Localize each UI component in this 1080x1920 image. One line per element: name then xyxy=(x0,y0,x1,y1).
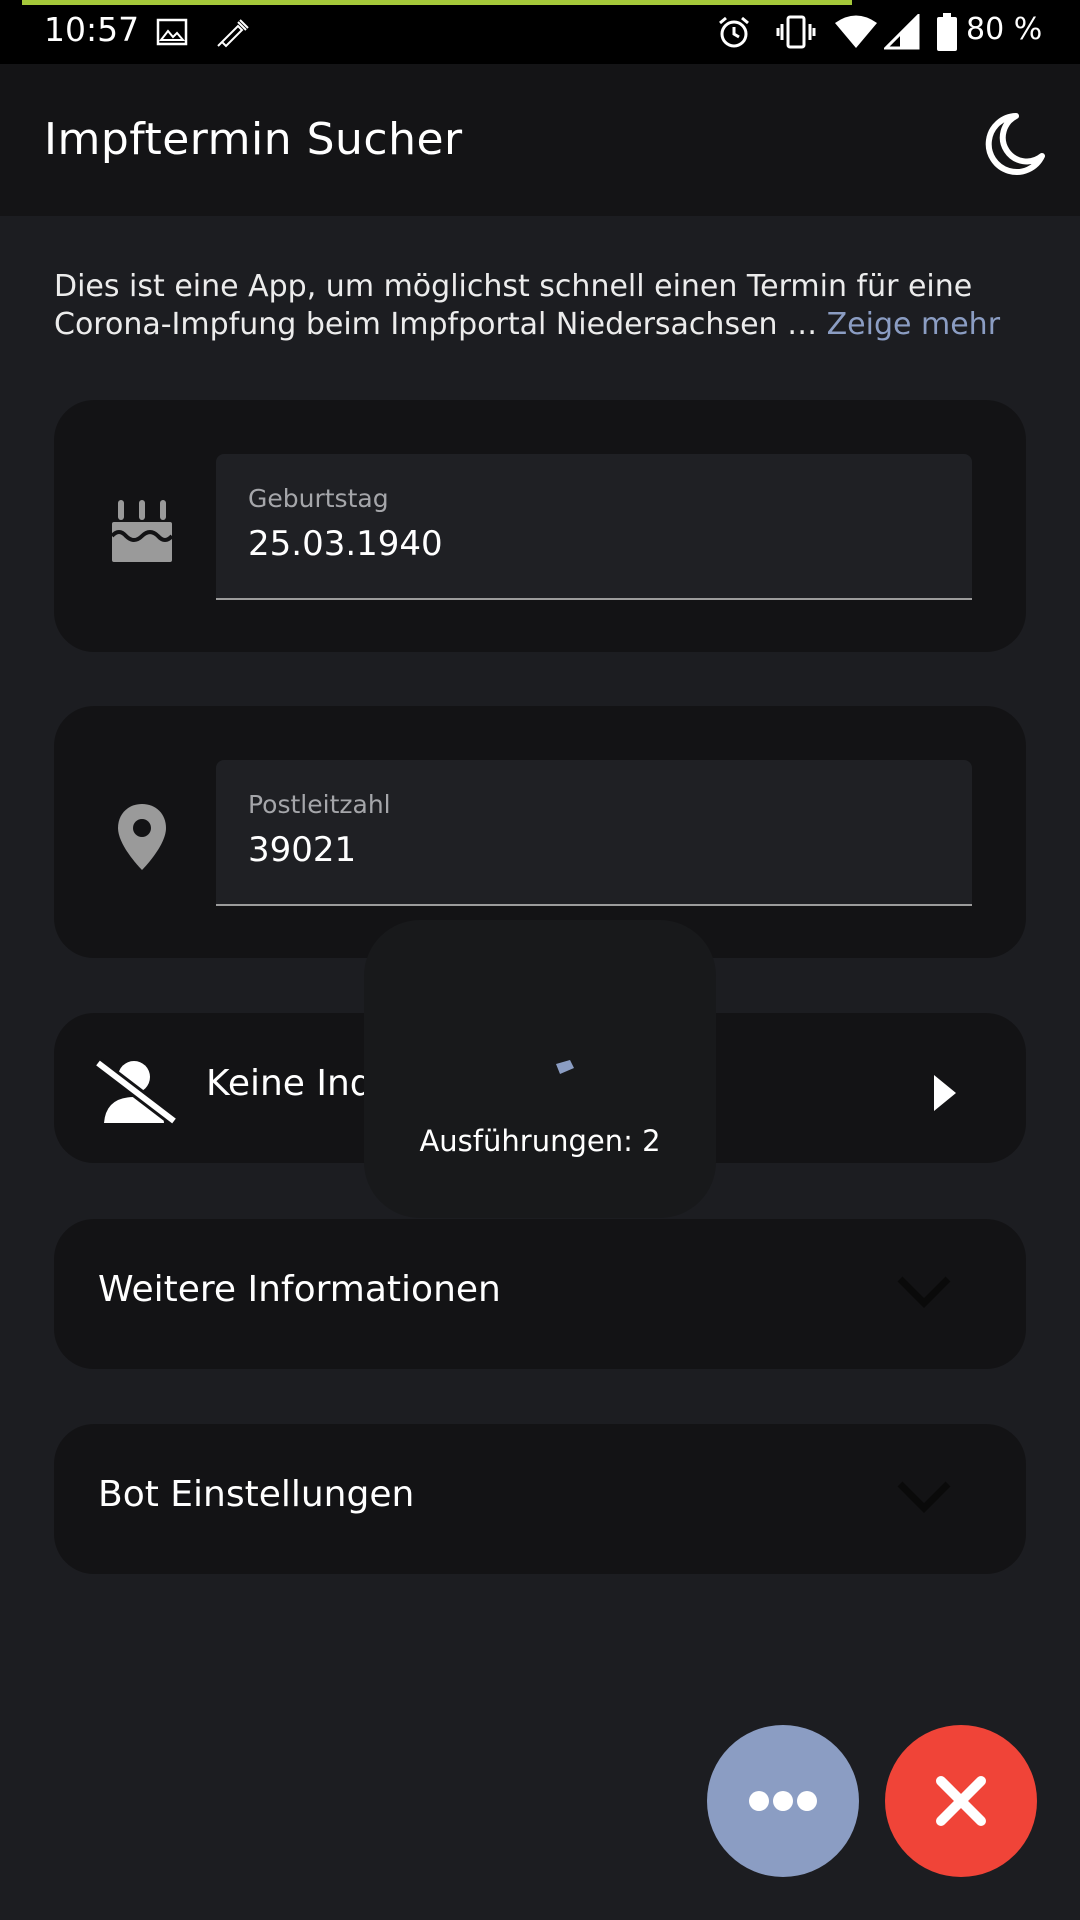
moon-icon xyxy=(985,113,1045,175)
theme-toggle-button[interactable] xyxy=(976,108,1048,180)
battery-percentage: 80 % xyxy=(966,12,1043,47)
birthday-card: Geburtstag 25.03.1940 xyxy=(54,400,1026,652)
person-off-icon xyxy=(94,1058,178,1125)
app-title: Impftermin Sucher xyxy=(44,114,463,165)
show-more-link[interactable]: Zeige mehr xyxy=(827,307,1000,342)
birthday-field[interactable]: Geburtstag 25.03.1940 xyxy=(216,454,972,600)
alarm-icon xyxy=(719,16,749,48)
image-icon xyxy=(156,18,188,46)
loading-spinner-icon xyxy=(556,1060,574,1074)
more-info-label: Weitere Informationen xyxy=(98,1269,501,1310)
intro-text: Dies ist eine App, um möglichst schnell … xyxy=(54,268,1034,344)
play-arrow-icon xyxy=(934,1075,956,1111)
birthday-cake-icon xyxy=(110,500,174,562)
close-icon xyxy=(936,1776,986,1826)
chevron-down-icon xyxy=(897,1481,951,1513)
zip-label: Postleitzahl xyxy=(248,790,391,819)
more-info-section[interactable]: Weitere Informationen xyxy=(54,1219,1026,1369)
stop-button[interactable] xyxy=(885,1725,1037,1877)
vibrate-icon xyxy=(776,15,816,49)
battery-icon xyxy=(937,13,957,51)
more-options-button[interactable] xyxy=(707,1725,859,1877)
progress-indicator xyxy=(22,0,852,5)
status-bar: 10:57 80 % xyxy=(0,0,1080,64)
birthday-label: Geburtstag xyxy=(248,484,389,513)
more-horizontal-icon xyxy=(749,1791,817,1811)
location-pin-icon xyxy=(118,804,166,870)
bot-settings-section[interactable]: Bot Einstellungen xyxy=(54,1424,1026,1574)
bot-settings-label: Bot Einstellungen xyxy=(98,1474,415,1515)
syringe-icon xyxy=(217,19,249,48)
zip-field[interactable]: Postleitzahl 39021 xyxy=(216,760,972,906)
status-time: 10:57 xyxy=(44,10,140,49)
zip-value[interactable]: 39021 xyxy=(248,830,356,870)
executions-count: Ausführungen: 2 xyxy=(419,1124,661,1158)
birthday-value[interactable]: 25.03.1940 xyxy=(248,524,443,564)
signal-icon xyxy=(884,14,920,50)
chevron-down-icon xyxy=(897,1276,951,1308)
app-bar: Impftermin Sucher xyxy=(0,64,1080,216)
indication-label: Keine Ind xyxy=(206,1063,373,1104)
loading-popup: Ausführungen: 2 xyxy=(364,920,716,1218)
wifi-icon xyxy=(835,15,877,48)
